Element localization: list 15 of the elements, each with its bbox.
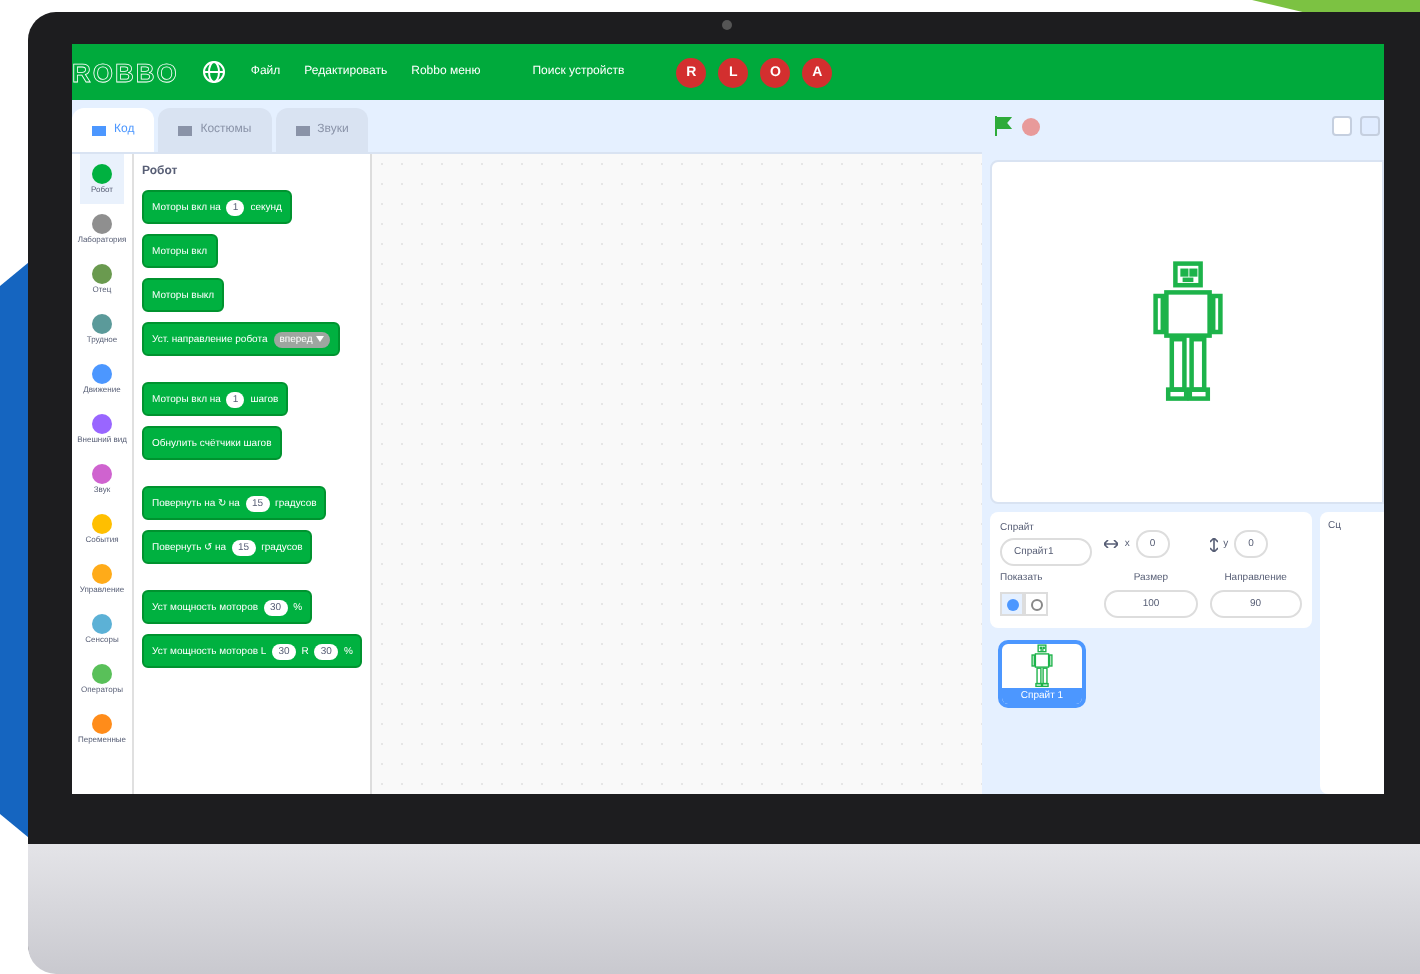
- flag-icon[interactable]: [994, 116, 1014, 136]
- hide-button[interactable]: [1024, 592, 1048, 616]
- caret-icon: [315, 335, 324, 341]
- logo: ROBBO: [72, 57, 179, 87]
- robot-drawing: [1151, 260, 1223, 404]
- tab-icon: [295, 123, 312, 137]
- robot-icon: [1030, 644, 1054, 688]
- tab-icon: [92, 123, 108, 137]
- horizontal-arrows-icon: [1104, 540, 1119, 548]
- show-button[interactable]: [1000, 592, 1024, 616]
- vertical-arrows-icon: [1209, 537, 1218, 551]
- stop-icon[interactable]: [1022, 117, 1040, 135]
- globe-icon[interactable]: [202, 60, 227, 84]
- tab-icon: [178, 123, 195, 137]
- camera-icon: [722, 20, 732, 30]
